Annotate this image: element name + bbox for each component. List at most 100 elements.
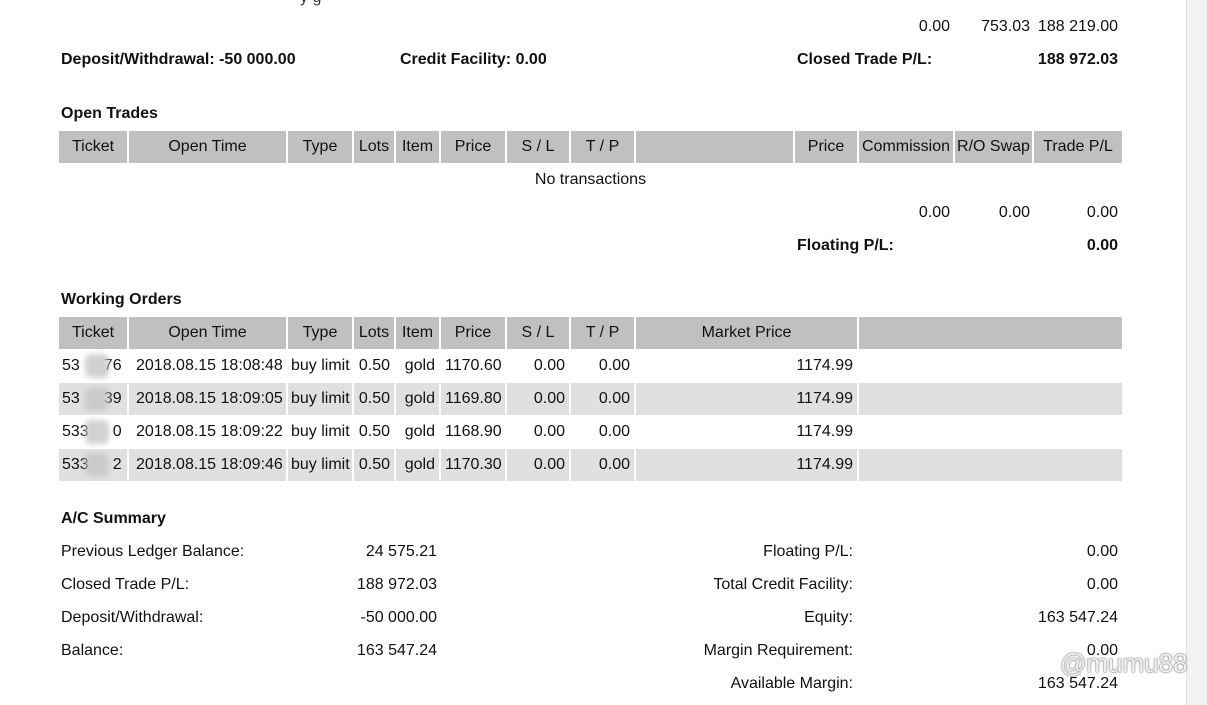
col-close-price: Price [795, 131, 859, 163]
redaction-blur [85, 420, 109, 444]
open-time-cell: 2018.08.15 18:09:22 [129, 416, 288, 448]
redaction-blur [85, 354, 109, 378]
item-cell: gold [396, 350, 441, 382]
ac-summary-title: A/C Summary [61, 510, 166, 527]
ticket-prefix: 53 [62, 390, 80, 407]
summary-label: Balance: [61, 642, 124, 659]
summary-value: 0.00 [1086, 576, 1118, 593]
col-market-price: Market Price [636, 317, 859, 349]
col-lots: Lots [354, 131, 396, 163]
market-price-cell: 1174.99 [636, 416, 859, 448]
floating-pl-label: Floating P/L: [797, 237, 894, 254]
table-row: 533 0 2018.08.15 18:09:22 buy limit 0.50 … [59, 416, 1122, 448]
summary-value: 163 547.24 [356, 642, 437, 659]
summary-value: 188 972.03 [356, 576, 437, 593]
redaction-blur [85, 387, 109, 411]
ticket-cell: 533 0 [59, 416, 129, 448]
col-ticket: Ticket [59, 317, 129, 349]
working-orders-title: Working Orders [61, 291, 182, 308]
col-sl: S / L [507, 131, 571, 163]
summary-label: Margin Requirement: [703, 642, 853, 659]
open-trades-title: Open Trades [61, 105, 158, 122]
item-cell: gold [396, 383, 441, 415]
price-cell: 1169.80 [441, 383, 507, 415]
summary-label: Available Margin: [730, 675, 853, 692]
market-price-cell: 1174.99 [636, 383, 859, 415]
ticket-suffix: 2 [112, 456, 122, 473]
col-ro-swap: R/O Swap [955, 131, 1034, 163]
floating-pl-value: 0.00 [1086, 237, 1118, 254]
ticket-cell: 53 39 [59, 383, 129, 415]
col-tp: T / P [571, 317, 636, 349]
summary-value: 163 547.24 [1037, 609, 1118, 626]
item-cell: gold [396, 416, 441, 448]
col-lots: Lots [354, 317, 396, 349]
sl-cell: 0.00 [507, 449, 571, 481]
open-total-swap: 0.00 [998, 204, 1030, 221]
summary-value: 24 575.21 [365, 543, 437, 560]
col-blank [859, 317, 1122, 349]
ticket-suffix: 0 [112, 423, 122, 440]
sl-cell: 0.00 [507, 416, 571, 448]
working-orders-header: Ticket Open Time Type Lots Item Price S … [59, 317, 1122, 349]
col-open-time: Open Time [129, 131, 288, 163]
summary-label: Equity: [804, 609, 853, 626]
blank-cell [859, 383, 1122, 415]
top-total-3: 188 219.00 [1037, 18, 1118, 35]
col-price: Price [441, 317, 507, 349]
open-total-pl: 0.00 [1086, 204, 1118, 221]
watermark-text: @mumu88 [1060, 648, 1188, 678]
col-price: Price [441, 131, 507, 163]
col-ticket: Ticket [59, 131, 129, 163]
cut-off-text: y g [300, 0, 321, 8]
market-price-cell: 1174.99 [636, 449, 859, 481]
weibo-icon [1037, 654, 1059, 672]
summary-label: Deposit/Withdrawal: [61, 609, 204, 626]
deposit-withdrawal-summary: Deposit/Withdrawal: -50 000.00 [61, 51, 296, 68]
watermark: @mumu88 [1036, 648, 1188, 679]
tp-cell: 0.00 [571, 383, 636, 415]
summary-value: 0.00 [1086, 543, 1118, 560]
col-trade-pl: Trade P/L [1043, 138, 1113, 155]
summary-label: Floating P/L: [763, 543, 853, 560]
open-time-cell: 2018.08.15 18:09:46 [129, 449, 288, 481]
table-row: 53 39 2018.08.15 18:09:05 buy limit 0.50 … [59, 383, 1122, 415]
summary-label: Total Credit Facility: [713, 576, 853, 593]
price-cell: 1170.30 [441, 449, 507, 481]
top-total-2: 753.03 [981, 18, 1030, 35]
market-price-cell: 1174.99 [636, 350, 859, 382]
col-open-time: Open Time [129, 317, 288, 349]
summary-label: Previous Ledger Balance: [61, 543, 245, 560]
tp-cell: 0.00 [571, 350, 636, 382]
item-cell: gold [396, 449, 441, 481]
lots-cell: 0.50 [354, 449, 396, 481]
col-sl: S / L [507, 317, 571, 349]
open-time-cell: 2018.08.15 18:09:05 [129, 383, 288, 415]
col-item: Item [396, 317, 441, 349]
blank-cell [859, 350, 1122, 382]
type-cell: buy limit [288, 350, 354, 382]
type-cell: buy limit [288, 416, 354, 448]
blank-cell [859, 449, 1122, 481]
col-commission: Commission [859, 131, 955, 163]
closed-trade-pl-label: Closed Trade P/L: [797, 51, 933, 68]
ticket-prefix: 53 [62, 357, 80, 374]
summary-label: Closed Trade P/L: [61, 576, 190, 593]
sl-cell: 0.00 [507, 383, 571, 415]
lots-cell: 0.50 [354, 350, 396, 382]
lots-cell: 0.50 [354, 416, 396, 448]
price-cell: 1168.90 [441, 416, 507, 448]
closed-trade-pl-value: 188 972.03 [1037, 51, 1118, 68]
top-total-1: 0.00 [918, 18, 950, 35]
summary-value: -50 000.00 [360, 609, 437, 626]
table-row: 533 2 2018.08.15 18:09:46 buy limit 0.50 … [59, 449, 1122, 481]
open-total-commission: 0.00 [918, 204, 950, 221]
table-row: 53 76 2018.08.15 18:08:48 buy limit 0.50 … [59, 350, 1122, 382]
type-cell: buy limit [288, 383, 354, 415]
col-blank [636, 131, 795, 163]
statement-page: y g 0.00 753.03 188 219.00 Deposit/Withd… [0, 0, 1187, 705]
col-tp: T / P [571, 131, 636, 163]
ticket-cell: 533 2 [59, 449, 129, 481]
open-time-cell: 2018.08.15 18:08:48 [129, 350, 288, 382]
redaction-blur [85, 453, 109, 477]
